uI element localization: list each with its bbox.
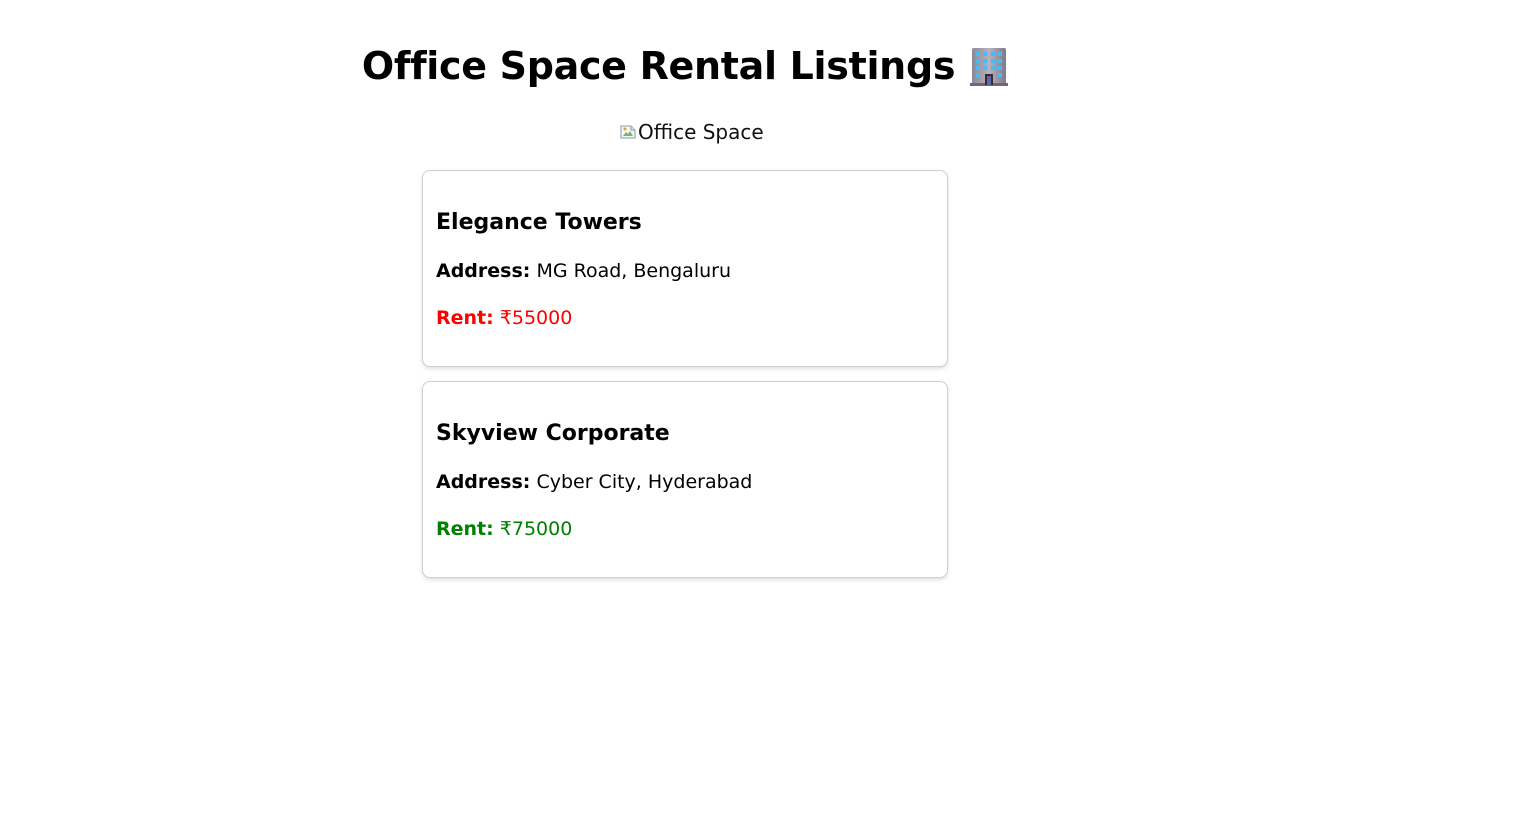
address-label: Address: <box>436 471 531 493</box>
title-row: Office Space Rental Listings <box>362 40 1009 92</box>
address-label: Address: <box>436 260 531 282</box>
rent-value: ₹75000 <box>499 518 573 540</box>
rent-label: Rent: <box>436 307 494 329</box>
listing-address: Address: Cyber City, Hyderabad <box>436 469 934 495</box>
address-value: MG Road, Bengaluru <box>536 260 731 282</box>
listing-card: Skyview Corporate Address: Cyber City, H… <box>422 381 948 578</box>
listing-address: Address: MG Road, Bengaluru <box>436 258 934 284</box>
rent-value: ₹55000 <box>499 307 573 329</box>
listing-name: Elegance Towers <box>436 210 642 235</box>
image-alt-text: Office Space <box>638 120 764 144</box>
office-space-image: Office Space <box>620 118 764 146</box>
address-value: Cyber City, Hyderabad <box>536 471 753 493</box>
rent-label: Rent: <box>436 518 494 540</box>
office-building-icon <box>969 45 1009 87</box>
broken-image-icon <box>620 124 636 140</box>
listing-name: Skyview Corporate <box>436 421 670 446</box>
page-title: Office Space Rental Listings <box>361 44 956 88</box>
listing-card: Elegance Towers Address: MG Road, Bengal… <box>422 170 948 367</box>
listing-rent: Rent: ₹55000 <box>436 305 934 331</box>
listing-rent: Rent: ₹75000 <box>436 516 934 542</box>
page: Office Space Rental Listings Office Spac… <box>0 0 1519 823</box>
listings-list: Elegance Towers Address: MG Road, Bengal… <box>422 170 948 592</box>
page-header: Office Space Rental Listings <box>0 40 1371 92</box>
